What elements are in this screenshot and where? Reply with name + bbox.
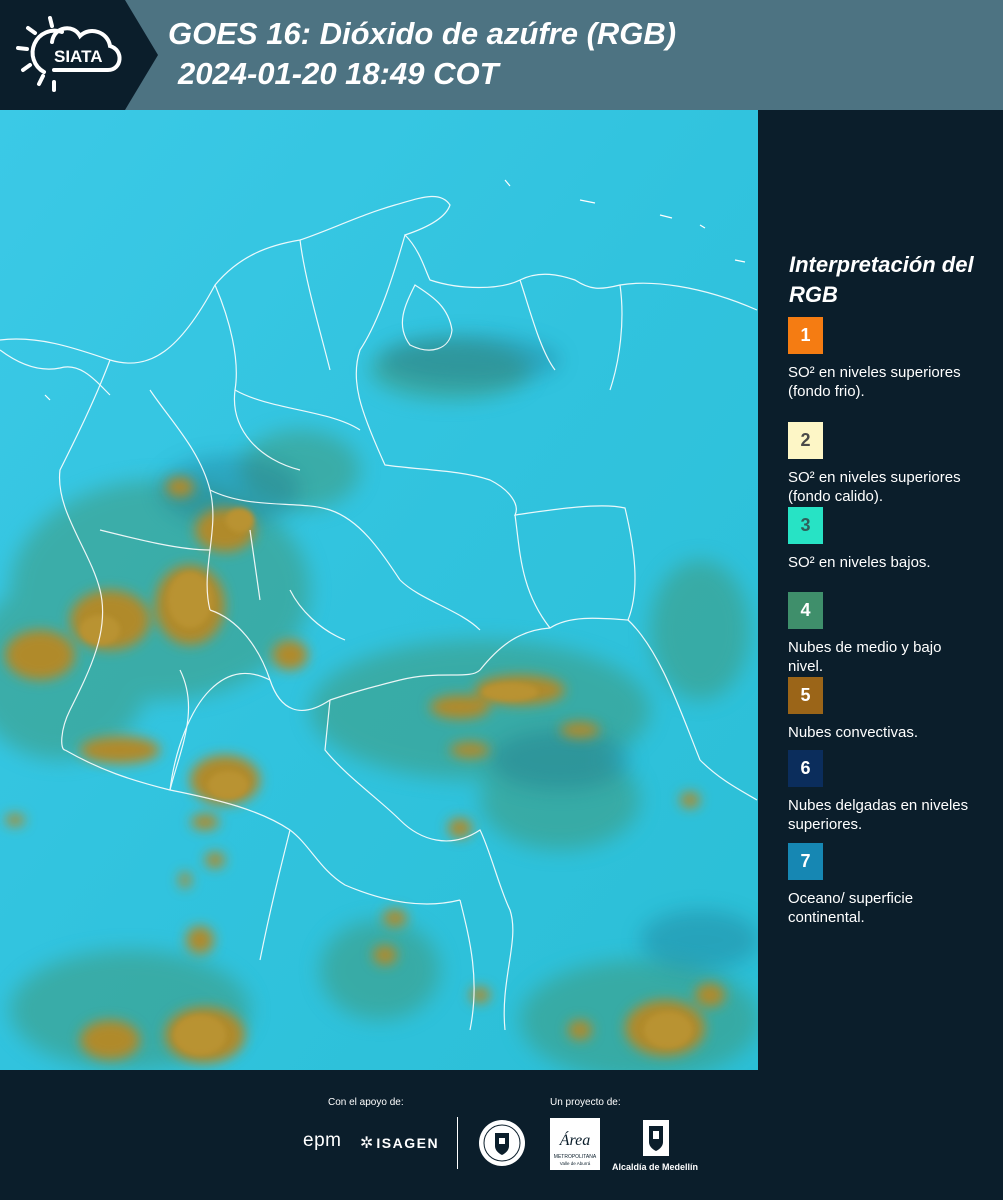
support-label: Con el apoyo de: — [328, 1097, 404, 1108]
medellin-seal-icon — [479, 1120, 525, 1166]
siata-logo: SIATA — [0, 0, 158, 110]
legend-swatch: 4 — [788, 592, 823, 629]
alcaldia-shield-icon — [643, 1120, 669, 1156]
legend-label: Oceano/ superficie continental. — [788, 890, 914, 926]
legend-swatch: 5 — [788, 677, 823, 714]
legend-swatch: 3 — [788, 507, 823, 544]
area-logo-text: Área — [559, 1130, 591, 1149]
legend-label: Nubes convectivas. — [788, 724, 919, 741]
legend-swatch: 7 — [788, 843, 823, 880]
footer: Con el apoyo de: Un proyecto de: epm ✲ I… — [0, 1070, 1003, 1200]
siata-logo-icon: SIATA — [16, 16, 122, 92]
satellite-map — [0, 110, 758, 1070]
satellite-image — [0, 110, 758, 1070]
legend-label: Nubes de medio y bajo nivel. — [788, 639, 942, 675]
title-timestamp: 2024-01-20 18:49 COT — [178, 56, 499, 91]
legend-item: 4 Nubes de medio y bajo nivel. — [788, 592, 973, 676]
epm-logo: epm — [303, 1130, 342, 1151]
legend-title: Interpretación del RGB — [789, 252, 974, 307]
legend-item: 5 Nubes convectivas. — [788, 677, 973, 742]
area-logo-sub1: METROPOLITANA — [554, 1154, 597, 1160]
isagen-logo: ✲ ISAGEN — [360, 1133, 439, 1153]
legend-swatch: 1 — [788, 317, 823, 354]
isagen-icon: ✲ — [360, 1135, 374, 1152]
legend-label: SO² en niveles bajos. — [788, 554, 931, 571]
legend-swatch: 2 — [788, 422, 823, 459]
project-label: Un proyecto de: — [550, 1097, 621, 1108]
isagen-text: ISAGEN — [376, 1135, 440, 1151]
legend-item: 2 SO² en niveles superiores (fondo calido… — [788, 422, 973, 506]
legend-swatch: 6 — [788, 750, 823, 787]
page-title: GOES 16: Dióxido de azúfre (RGB) 2024-01… — [168, 14, 676, 94]
siata-logo-text: SIATA — [54, 47, 102, 66]
alcaldia-text: Alcaldía de Medellín — [612, 1162, 699, 1172]
legend-panel: Interpretación del RGB 1 SO² en niveles s… — [758, 110, 1003, 1070]
header-bar: SIATA GOES 16: Dióxido de azúfre (RGB) 2… — [0, 0, 1003, 110]
legend-item: 3 SO² en niveles bajos. — [788, 507, 973, 572]
legend-label: Nubes delgadas en niveles superiores. — [788, 797, 969, 833]
title-line1: GOES 16: Dióxido de azúfre (RGB) — [168, 16, 677, 51]
legend-label: SO² en niveles superiores (fondo calido)… — [788, 469, 961, 505]
legend-item: 1 SO² en niveles superiores (fondo frio). — [788, 317, 973, 401]
legend-item: 7 Oceano/ superficie continental. — [788, 843, 973, 927]
footer-divider — [457, 1117, 458, 1169]
area-metropolitana-logo: Área METROPOLITANA Valle de Aburrá — [550, 1118, 600, 1170]
area-logo-sub2: Valle de Aburrá — [560, 1161, 591, 1166]
legend-label: SO² en niveles superiores (fondo frio). — [788, 364, 961, 400]
legend-item: 6 Nubes delgadas en niveles superiores. — [788, 750, 973, 834]
